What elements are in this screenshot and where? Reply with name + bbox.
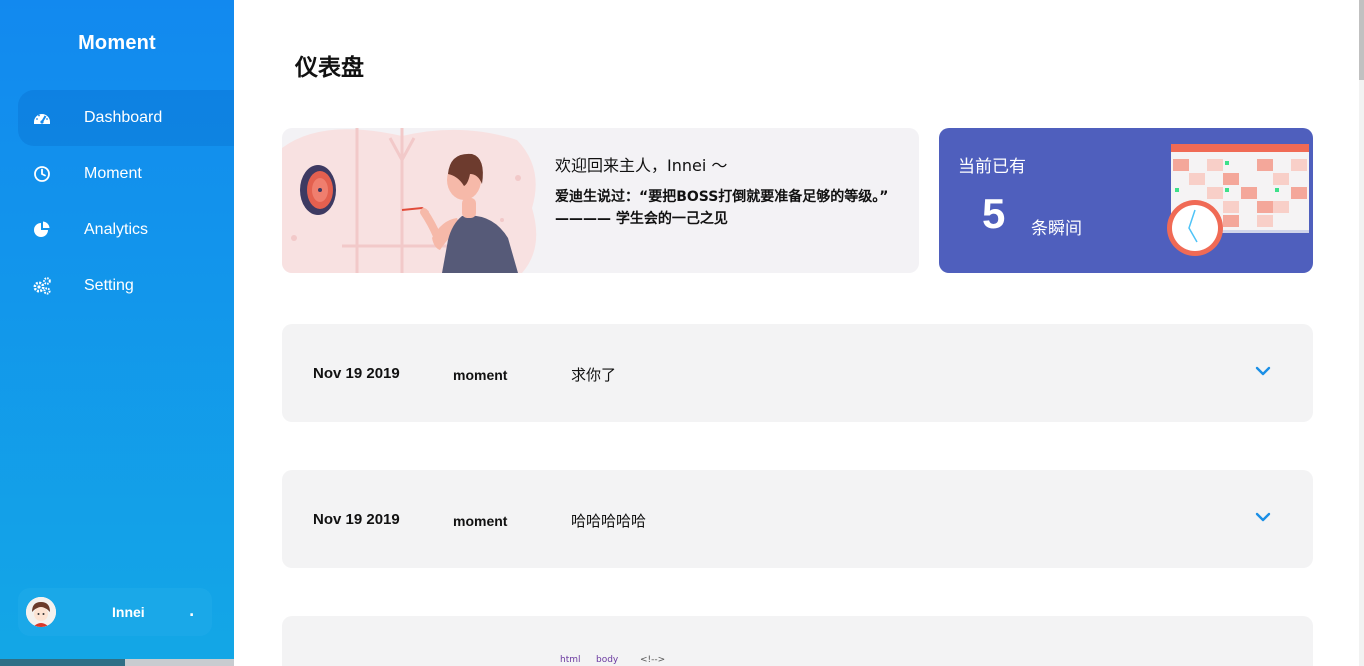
dart-player-illustration (282, 128, 537, 273)
moment-text: 求你了 (571, 366, 617, 384)
page-scrollbar[interactable] (1359, 0, 1364, 666)
sidebar-item-label: Setting (84, 277, 134, 294)
moment-type: moment (453, 513, 508, 529)
moment-date: Nov 19 2019 (313, 365, 400, 382)
moment-text: 哈哈哈哈哈 (571, 512, 647, 530)
scrollbar-thumb[interactable] (1359, 0, 1364, 80)
sidebar-item-analytics[interactable]: Analytics (18, 202, 234, 258)
taskbar-edge (125, 659, 234, 666)
page-title: 仪表盘 (295, 55, 364, 81)
user-card[interactable]: Innei . (18, 588, 212, 636)
devtools-crumb-body[interactable]: body (596, 655, 618, 665)
sidebar-item-label: Dashboard (84, 109, 163, 126)
gears-icon (33, 277, 51, 295)
devtools-breadcrumb-overlay: html body <!--> (234, 655, 1364, 666)
welcome-title: 欢迎回来主人，Innei ～ (555, 156, 728, 175)
chevron-down-icon[interactable] (1255, 365, 1271, 377)
dashboard-icon (34, 114, 50, 124)
sidebar: Moment Dashboard Moment Analytics Settin… (0, 0, 234, 666)
clock-icon (34, 166, 50, 182)
chevron-down-icon[interactable] (1255, 511, 1271, 523)
moment-count-card: 当前已有 5 条瞬间 (939, 128, 1313, 273)
sidebar-item-label: Moment (84, 165, 142, 182)
count-unit: 条瞬间 (1031, 219, 1082, 239)
moment-row[interactable]: Nov 19 2019 moment 哈哈哈哈哈 (282, 470, 1313, 568)
sidebar-item-dashboard[interactable]: Dashboard (18, 90, 234, 146)
avatar[interactable] (26, 597, 56, 627)
avatar-image (26, 597, 56, 627)
pie-chart-icon (34, 221, 50, 237)
taskbar-edge (0, 659, 125, 666)
devtools-comment: <!--> (640, 655, 666, 665)
user-name: Innei (112, 604, 145, 620)
moment-type: moment (453, 367, 508, 383)
welcome-card: 欢迎回来主人，Innei ～ 爱迪生说过：“要把BOSS打倒就要准备足够的等级。… (282, 128, 919, 273)
sidebar-item-label: Analytics (84, 221, 149, 238)
sidebar-item-setting[interactable]: Setting (18, 258, 234, 314)
welcome-quote: 爱迪生说过：“要把BOSS打倒就要准备足够的等级。” ———— 学生会的一己之见 (555, 189, 889, 227)
calendar-clock-illustration (1167, 144, 1309, 256)
count-label: 当前已有 (958, 157, 1026, 177)
devtools-crumb-html[interactable]: html (560, 655, 581, 665)
moment-date: Nov 19 2019 (313, 511, 400, 528)
brand-logo[interactable]: Moment (0, 32, 234, 55)
moment-row[interactable]: Nov 19 2019 moment 求你了 (282, 324, 1313, 422)
moment-count: 5 (982, 190, 1006, 237)
user-menu-dot[interactable]: . (189, 604, 194, 620)
sidebar-item-moment[interactable]: Moment (18, 146, 234, 202)
